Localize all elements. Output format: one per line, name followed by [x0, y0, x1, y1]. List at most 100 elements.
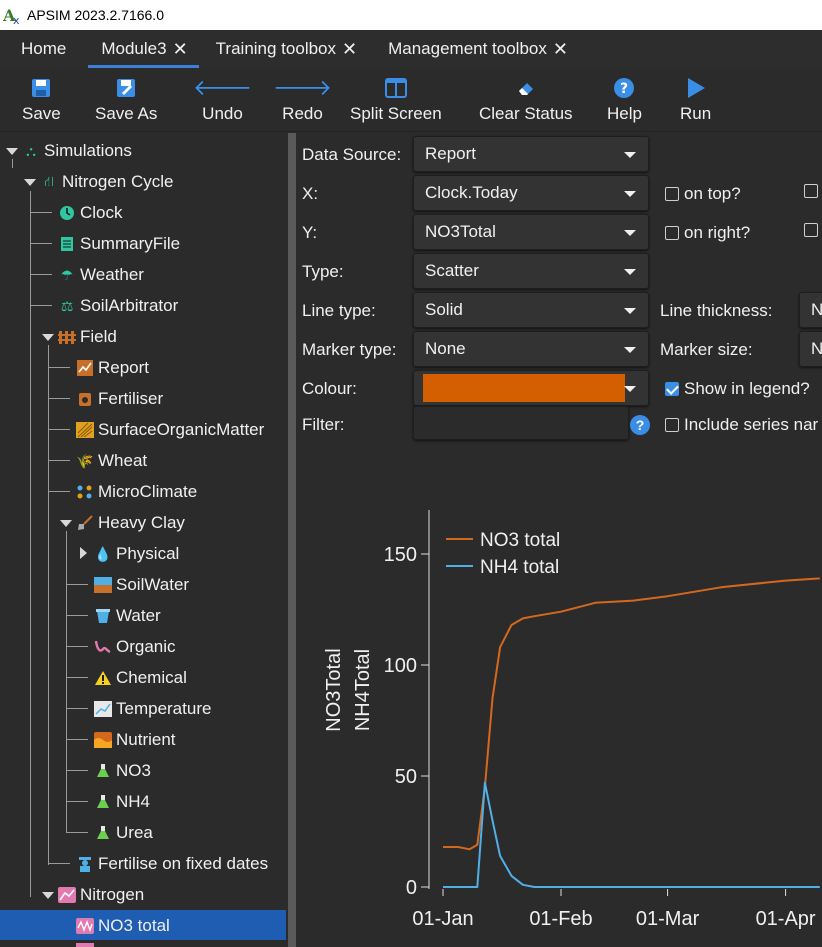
- line-type-dropdown[interactable]: Solid: [413, 292, 649, 328]
- tree-item-temperature[interactable]: Temperature: [94, 695, 211, 723]
- checkbox-icon: [665, 187, 679, 201]
- data-source-dropdown[interactable]: Report: [413, 136, 649, 172]
- checkbox-icon: [804, 184, 818, 198]
- expand-chevron-icon[interactable]: [6, 148, 18, 155]
- y-tick-label: 50: [395, 766, 417, 788]
- tab-training-toolbox[interactable]: Training toolbox ✕: [199, 30, 367, 68]
- split-screen-button[interactable]: Split Screen: [350, 74, 442, 124]
- save-button[interactable]: Save: [22, 74, 61, 124]
- tab-module3[interactable]: Module3 ✕: [88, 30, 199, 68]
- tree-item-microclimate[interactable]: MicroClimate: [76, 478, 197, 506]
- line-thickness-dropdown[interactable]: N: [799, 292, 822, 328]
- simulation-icon: ⛙: [44, 172, 54, 189]
- eraser-icon: [515, 74, 537, 102]
- farmer-icon: [76, 855, 94, 873]
- tree-item-organic[interactable]: Organic: [94, 633, 176, 661]
- show-in-legend-checkbox[interactable]: Show in legend?: [665, 379, 810, 399]
- tree-item-soilwater[interactable]: SoilWater: [94, 571, 189, 599]
- tree-item-nitrogen[interactable]: Nitrogen: [58, 881, 144, 909]
- dropdown-arrow-icon: [624, 191, 636, 197]
- tree-item-simulations[interactable]: ⛬ Simulations: [22, 137, 132, 165]
- filter-input[interactable]: [413, 406, 629, 440]
- tree-item-clock[interactable]: Clock: [58, 199, 123, 227]
- tab-bar: Home Module3 ✕ Training toolbox ✕ Manage…: [0, 30, 822, 68]
- dropdown-arrow-icon: [624, 347, 636, 353]
- redo-arrow-icon: 🡒: [273, 75, 332, 100]
- tree-item-weather[interactable]: ☂ Weather: [58, 261, 144, 289]
- extra-checkbox-top[interactable]: [804, 184, 822, 198]
- tree-item-no3-total[interactable]: NO3 total: [76, 912, 170, 940]
- tab-management-toolbox[interactable]: Management toolbox ✕: [367, 30, 578, 68]
- close-icon[interactable]: ✕: [173, 39, 188, 60]
- save-icon: [31, 74, 51, 102]
- save-as-button[interactable]: Save As: [95, 74, 157, 124]
- soil-water-icon: [94, 576, 112, 594]
- expand-chevron-icon[interactable]: [42, 334, 54, 341]
- redo-button[interactable]: 🡒 Redo: [273, 74, 332, 124]
- undo-arrow-icon: 🡐: [193, 75, 252, 100]
- tree-item-summaryfile[interactable]: SummaryFile: [58, 230, 180, 258]
- tree-item-water[interactable]: Water: [94, 602, 161, 630]
- marker-type-dropdown[interactable]: None: [413, 331, 649, 367]
- flask-icon: [94, 824, 112, 842]
- type-label: Type:: [302, 262, 344, 281]
- scales-icon: ⚖: [60, 297, 74, 314]
- tree-item-physical[interactable]: 💧 Physical: [94, 540, 179, 568]
- tree-item-urea[interactable]: Urea: [94, 819, 153, 847]
- tree-item-no3[interactable]: NO3: [94, 757, 151, 785]
- series-icon: [76, 917, 94, 935]
- y-field-dropdown[interactable]: NO3Total: [413, 214, 649, 250]
- y-tick-label: 0: [406, 877, 417, 899]
- tree-item-surfaceorganicmatter[interactable]: SurfaceOrganicMatter: [76, 416, 264, 444]
- include-series-name-checkbox[interactable]: Include series nar: [665, 415, 818, 435]
- data-source-label: Data Source:: [302, 145, 402, 164]
- help-icon[interactable]: ?: [630, 415, 650, 435]
- tab-label: Module3: [101, 39, 167, 58]
- x-on-top-checkbox[interactable]: on top?: [665, 184, 741, 204]
- help-button[interactable]: ? Help: [607, 74, 642, 124]
- y-on-right-checkbox[interactable]: on right?: [665, 223, 750, 243]
- run-button[interactable]: Run: [680, 74, 711, 124]
- tree-item-field[interactable]: Field: [58, 323, 117, 351]
- tree-item-heavy-clay[interactable]: Heavy Clay: [76, 509, 185, 537]
- colour-dropdown[interactable]: [413, 370, 649, 406]
- marker-size-label: Marker size:: [660, 340, 753, 359]
- tree-item-fertiliser[interactable]: Fertiliser: [76, 385, 163, 413]
- tree-item-chemical[interactable]: Chemical: [94, 664, 187, 692]
- x-field-dropdown[interactable]: Clock.Today: [413, 175, 649, 211]
- x-tick-label: 01-Jan: [412, 908, 473, 930]
- straw-icon: [76, 421, 94, 439]
- close-icon[interactable]: ✕: [342, 39, 357, 60]
- simulations-icon: ⛬: [26, 142, 36, 159]
- flask-icon: [94, 793, 112, 811]
- tree-item-fertilise-fixed-dates[interactable]: Fertilise on fixed dates: [76, 850, 268, 878]
- expand-chevron-icon[interactable]: [60, 520, 72, 527]
- undo-button[interactable]: 🡐 Undo: [193, 74, 252, 124]
- close-icon[interactable]: ✕: [553, 39, 568, 60]
- tree-item-wheat[interactable]: 🌾 Wheat: [76, 447, 147, 475]
- temperature-graph-icon: [94, 700, 112, 718]
- svg-text:x: x: [13, 14, 20, 25]
- tree-item-nh4[interactable]: NH4: [94, 788, 150, 816]
- tree-item-soilarbitrator[interactable]: ⚖ SoilArbitrator: [58, 292, 179, 320]
- dropdown-arrow-icon: [624, 269, 636, 275]
- x-label: X:: [302, 184, 319, 203]
- tree-item-nitrogen-cycle[interactable]: ⛙ Nitrogen Cycle: [40, 168, 173, 196]
- extra-checkbox-right[interactable]: [804, 223, 822, 237]
- expand-chevron-icon[interactable]: [24, 179, 36, 186]
- line-type-label: Line type:: [302, 301, 376, 320]
- y-axis-label: NH4Total: [352, 649, 374, 731]
- tree-item-nutrient[interactable]: Nutrient: [94, 726, 176, 754]
- panel-splitter[interactable]: [288, 133, 296, 947]
- expand-chevron-icon[interactable]: [42, 892, 54, 899]
- tree-item-report[interactable]: Report: [76, 354, 149, 382]
- svg-text:?: ?: [620, 81, 628, 97]
- marker-size-dropdown[interactable]: N: [799, 331, 822, 367]
- report-chart-icon: [76, 359, 94, 377]
- tab-home[interactable]: Home: [0, 30, 88, 68]
- type-dropdown[interactable]: Scatter: [413, 253, 649, 289]
- toolbar: Save Save As 🡐 Undo 🡒 Redo Split Screen …: [0, 68, 822, 132]
- collapsed-chevron-icon[interactable]: [80, 547, 87, 559]
- clear-status-button[interactable]: Clear Status: [479, 74, 573, 124]
- filter-label: Filter:: [302, 415, 345, 434]
